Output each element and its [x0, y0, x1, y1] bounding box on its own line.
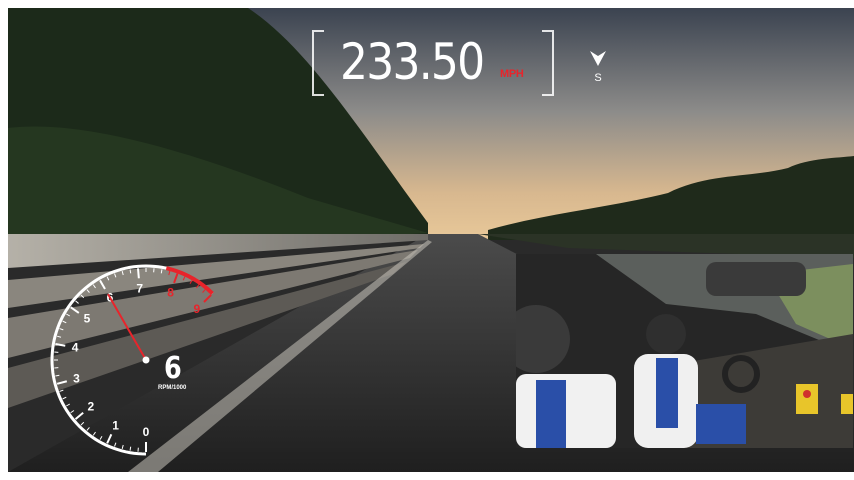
tach-minor-tick [70, 410, 75, 414]
tach-tick-label: 1 [112, 418, 119, 432]
tach-minor-tick [80, 421, 85, 426]
tach-minor-tick [92, 431, 96, 436]
tach-hub [142, 356, 150, 364]
tach-major-tick [56, 380, 68, 385]
tach-minor-tick [99, 435, 103, 440]
tach-minor-tick [160, 269, 163, 274]
tach-minor-tick [92, 284, 96, 289]
tach-major-tick [99, 279, 106, 290]
tach-minor-tick [86, 289, 90, 293]
tach-minor-tick [80, 294, 85, 299]
tach-minor-tick [202, 289, 206, 293]
tach-major-tick [70, 306, 80, 314]
tach-unit-label: RPM/1000 [158, 385, 187, 391]
tach-minor-tick [66, 313, 71, 317]
tach-minor-tick [129, 269, 132, 274]
tach-minor-tick [168, 271, 171, 276]
tach-tick-label: 2 [87, 399, 94, 413]
tach-minor-tick [196, 284, 200, 289]
tach-minor-tick [129, 446, 132, 451]
tach-minor-tick [86, 427, 90, 431]
tach-tick-label: 5 [84, 312, 91, 326]
tach-minor-tick [55, 374, 60, 377]
tach-outer-arc [50, 264, 214, 456]
tachometer-dial: 0123456789 [50, 264, 214, 456]
tach-minor-tick [106, 276, 110, 281]
tach-tick-label: 3 [73, 372, 80, 386]
in-car-camera-inset [516, 254, 853, 448]
tach-minor-tick [59, 328, 64, 331]
speed-unit: MPH [500, 68, 524, 80]
tach-needle [107, 293, 147, 361]
tach-major-tick [74, 411, 84, 420]
tach-minor-tick [75, 300, 79, 304]
video-frame: 233.50 MPH S 0123456789 6 RPM/1000 [8, 8, 854, 472]
tach-tick-label: 0 [143, 425, 150, 439]
tach-current-rpm: 6 [164, 351, 182, 386]
tach-tick-label: 4 [72, 341, 79, 355]
in-car-camera-image [516, 254, 853, 448]
tach-minor-tick [182, 276, 186, 281]
tach-minor-tick [121, 444, 124, 449]
tach-tick-label: 8 [167, 285, 174, 299]
tach-major-tick [173, 273, 179, 284]
tach-minor-tick [121, 271, 124, 276]
bracket-right [542, 30, 554, 96]
tach-minor-tick [66, 403, 71, 407]
tach-major-tick [55, 343, 66, 347]
speed-readout: 233.50 MPH [312, 30, 554, 96]
tach-minor-tick [62, 396, 67, 400]
tach-major-tick [106, 433, 113, 444]
tach-minor-tick [114, 273, 117, 278]
tach-minor-tick [59, 389, 64, 392]
tach-major-tick [203, 294, 212, 303]
tach-minor-tick [189, 280, 193, 285]
tach-minor-tick [62, 320, 67, 324]
tach-tick-label: 9 [194, 302, 201, 316]
compass-arrow-icon [590, 51, 606, 66]
tach-minor-tick [114, 442, 117, 447]
bracket-left [312, 30, 324, 96]
speed-value: 233.50 [340, 33, 485, 91]
tach-minor-tick [57, 335, 62, 338]
tach-tick-label: 7 [136, 281, 143, 295]
compass-heading: S [594, 72, 602, 84]
compass: S [586, 48, 610, 88]
tach-major-tick [136, 268, 140, 279]
